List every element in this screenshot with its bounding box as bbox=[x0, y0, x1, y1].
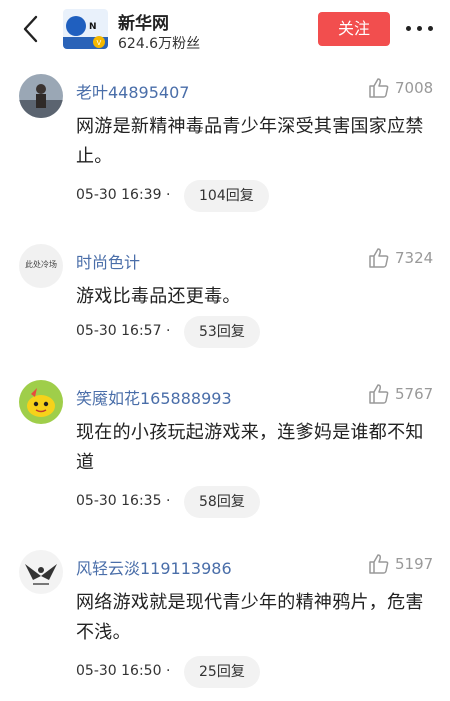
svg-text:N: N bbox=[89, 22, 97, 32]
more-dot-icon bbox=[428, 26, 433, 31]
top-bar: N V 新华网 624.6万粉丝 关注 bbox=[0, 0, 450, 62]
chevron-left-icon bbox=[23, 15, 38, 43]
account-logo[interactable]: N V bbox=[63, 9, 108, 49]
comment-text: 网游是新精神毒品青少年深受其害国家应禁止。 bbox=[76, 116, 424, 167]
username[interactable]: 风轻云淡119113986 bbox=[76, 555, 232, 579]
svg-text:V: V bbox=[97, 39, 102, 47]
comment-item: 风轻云淡119113986 5197 网络游戏就是现代青少年的精神鸦片，危害不浅… bbox=[0, 548, 450, 698]
comment-text: 网络游戏就是现代青少年的精神鸦片，危害不浅。 bbox=[76, 592, 424, 643]
more-button[interactable] bbox=[402, 14, 438, 42]
username[interactable]: 老叶44895407 bbox=[76, 79, 189, 103]
separator-dot: · bbox=[166, 663, 171, 679]
comment-text: 现在的小孩玩起游戏来，连爹妈是谁都不知道 bbox=[76, 422, 424, 473]
timestamp: 05-30 16:39 bbox=[76, 187, 162, 203]
avatar[interactable]: 此处冷场 bbox=[19, 244, 63, 288]
separator-dot: · bbox=[166, 493, 171, 509]
reply-count-button[interactable]: 53回复 bbox=[184, 316, 260, 348]
avatar[interactable] bbox=[19, 380, 63, 424]
like-count: 5197 bbox=[395, 555, 434, 573]
username[interactable]: 笑魇如花165888993 bbox=[76, 385, 232, 409]
timestamp: 05-30 16:57 bbox=[76, 323, 162, 339]
avatar[interactable] bbox=[19, 74, 63, 118]
avatar[interactable] bbox=[19, 550, 63, 594]
follower-count: 624.6万粉丝 bbox=[118, 36, 201, 52]
timestamp: 05-30 16:35 bbox=[76, 493, 162, 509]
thumbs-up-icon bbox=[369, 554, 389, 574]
username[interactable]: 时尚色计 bbox=[76, 249, 140, 273]
back-button[interactable] bbox=[18, 14, 46, 44]
like-count: 7008 bbox=[395, 79, 434, 97]
reply-count-button[interactable]: 58回复 bbox=[184, 486, 260, 518]
separator-dot: · bbox=[166, 323, 171, 339]
timestamp: 05-30 16:50 bbox=[76, 663, 162, 679]
avatar-photo-icon bbox=[19, 74, 63, 118]
separator-dot: · bbox=[166, 187, 171, 203]
reply-count-button[interactable]: 104回复 bbox=[184, 180, 269, 212]
more-dot-icon bbox=[417, 26, 422, 31]
avatar-cartoon-icon bbox=[19, 380, 63, 424]
more-dot-icon bbox=[406, 26, 411, 31]
xinhua-logo-icon: N V bbox=[63, 9, 108, 49]
thumbs-up-icon bbox=[369, 78, 389, 98]
comment-item: 此处冷场 时尚色计 7324 游戏比毒品还更毒。 05-30 16:57 · 5… bbox=[0, 242, 450, 362]
comment-text: 游戏比毒品还更毒。 bbox=[76, 286, 241, 307]
avatar-eagle-icon bbox=[19, 550, 63, 594]
thumbs-up-icon bbox=[369, 248, 389, 268]
thumbs-up-icon bbox=[369, 384, 389, 404]
avatar-text: 此处冷场 bbox=[25, 260, 57, 269]
comment-item: 老叶44895407 7008 网游是新精神毒品青少年深受其害国家应禁止。 05… bbox=[0, 72, 450, 222]
follow-button[interactable]: 关注 bbox=[318, 12, 390, 46]
like-count: 5767 bbox=[395, 385, 434, 403]
comment-item: 笑魇如花165888993 5767 现在的小孩玩起游戏来，连爹妈是谁都不知道 … bbox=[0, 378, 450, 528]
reply-count-button[interactable]: 25回复 bbox=[184, 656, 260, 688]
account-name[interactable]: 新华网 bbox=[118, 9, 169, 34]
like-count: 7324 bbox=[395, 249, 434, 267]
